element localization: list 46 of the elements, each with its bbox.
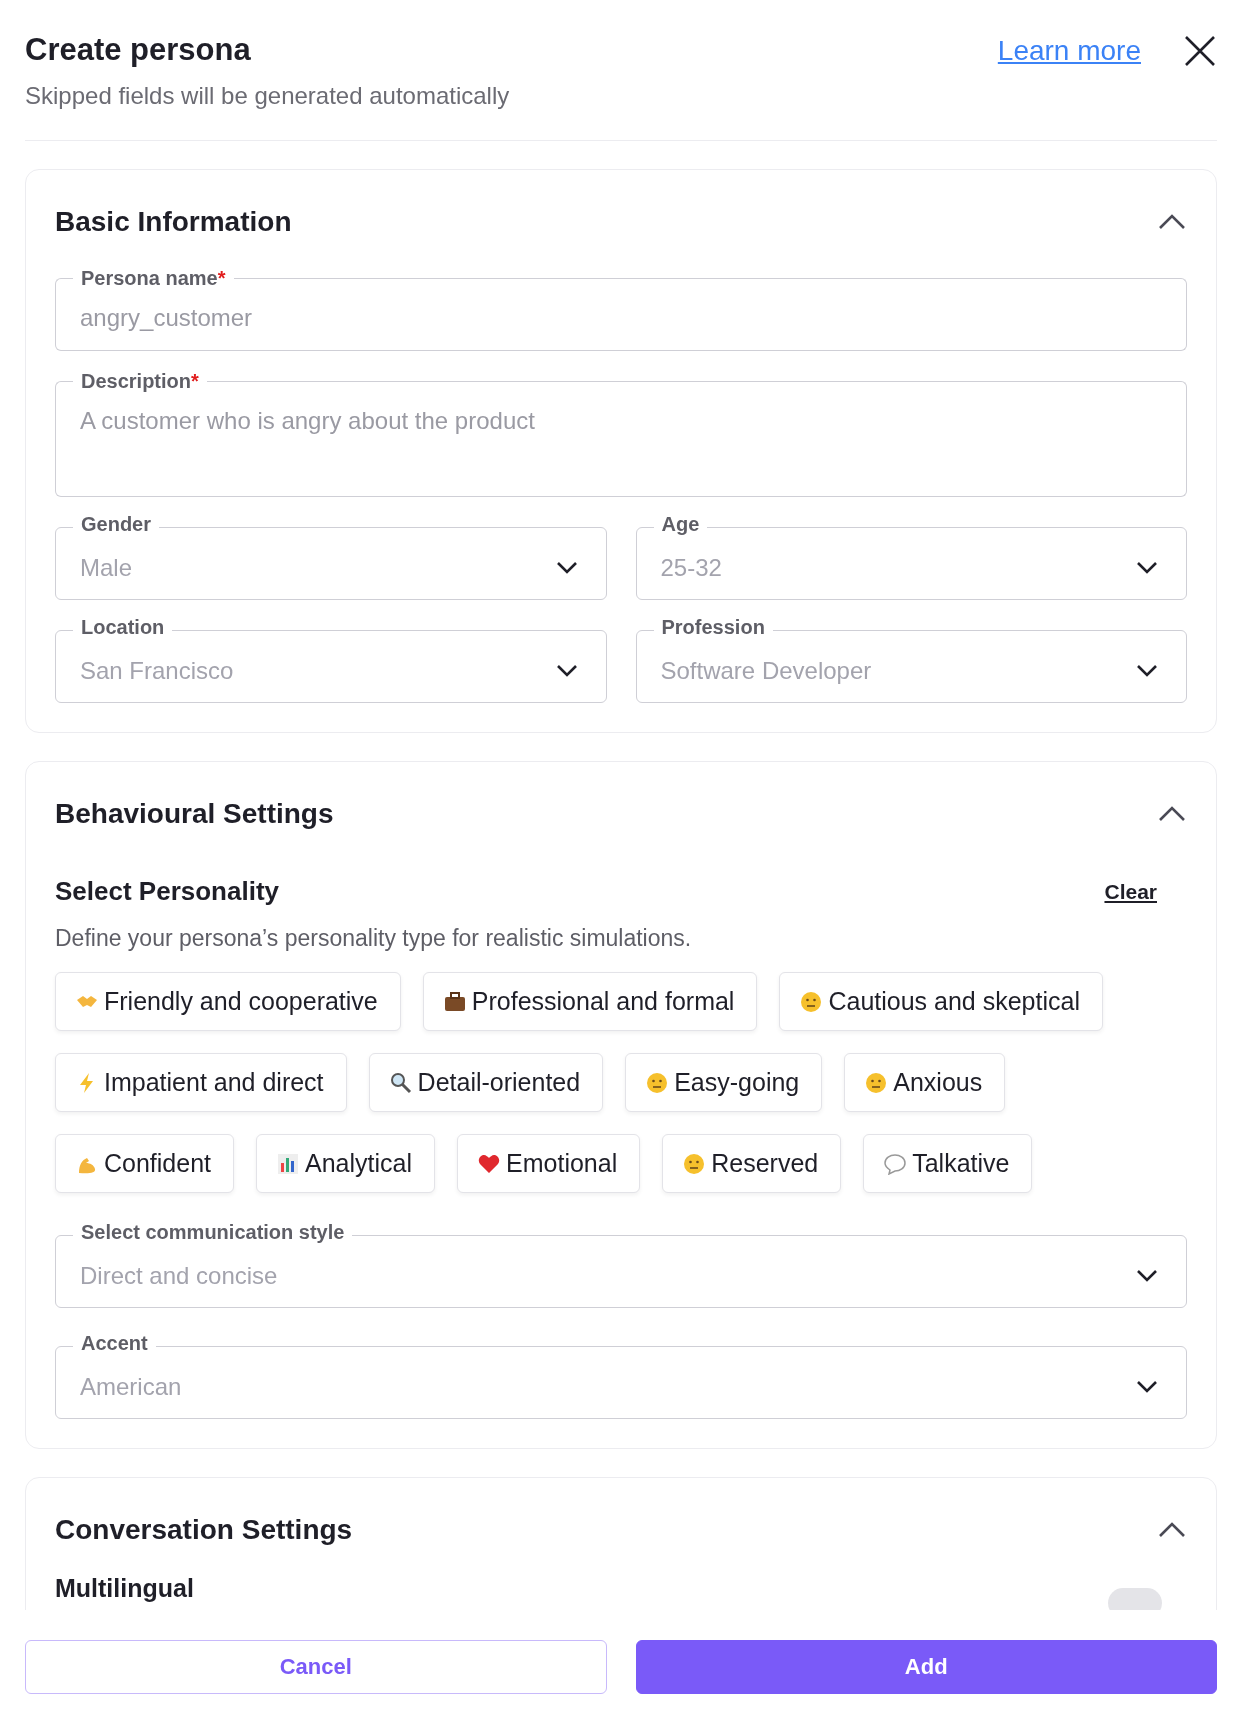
field-label: Select communication style [73, 1221, 353, 1244]
magnifier-icon [389, 1071, 412, 1094]
subsection-description: Define your persona’s personality type for realistic simulations. [55, 925, 693, 952]
personality-chip[interactable]: Cautious and skeptical [779, 972, 1103, 1031]
field-label: Description* [80, 369, 200, 394]
dialog-subtitle: Skipped fields will be generated automatically [25, 82, 510, 110]
close-icon[interactable] [1183, 34, 1217, 68]
personality-chip[interactable]: Analytical [256, 1134, 436, 1193]
personality-chip[interactable]: Impatient and direct [55, 1053, 347, 1112]
briefcase-icon [443, 990, 466, 1013]
personality-chip[interactable]: Professional and formal [422, 972, 758, 1031]
personality-chip[interactable]: Reserved [662, 1134, 842, 1193]
description-field[interactable]: A customer who is angry about the product [55, 395, 1187, 497]
heart-icon [478, 1152, 501, 1175]
input-field[interactable]: angry_customer [55, 292, 1187, 351]
section-title: Conversation Settings [55, 1514, 353, 1546]
section-title: Basic Information [55, 206, 292, 238]
chevron-down-icon [1136, 1379, 1158, 1394]
subsection-title: Select Personality [55, 876, 279, 907]
learn-more-link[interactable]: Learn more [997, 35, 1141, 67]
dialog-title: Create persona [25, 32, 252, 68]
chevron-down-icon [1136, 663, 1158, 678]
personality-chip[interactable]: Friendly and cooperative [55, 972, 401, 1031]
speech-bubble-icon [884, 1152, 907, 1175]
chevron-down-icon [1136, 1268, 1158, 1283]
clear-link[interactable]: Clear [1104, 879, 1157, 904]
face-emoji-icon [865, 1071, 888, 1094]
face-emoji-icon [683, 1152, 706, 1175]
cancel-button[interactable]: Cancel [25, 1640, 607, 1694]
face-emoji-icon [646, 1071, 669, 1094]
personality-chip[interactable]: Emotional [457, 1134, 641, 1193]
section-title: Behavioural Settings [55, 798, 334, 830]
bar-chart-icon [277, 1152, 300, 1175]
setting-label: Multilingual [55, 1573, 194, 1603]
personality-chip[interactable]: Talkative [863, 1134, 1033, 1193]
personality-chip[interactable]: Easy-going [625, 1053, 823, 1112]
personality-chip[interactable]: Anxious [844, 1053, 1006, 1112]
chevron-down-icon [1136, 560, 1158, 575]
field-label: Persona name* [80, 266, 227, 291]
personality-chip[interactable]: Detail-oriented [368, 1053, 604, 1112]
chevron-down-icon [555, 663, 578, 678]
personality-chip[interactable]: Confident [55, 1134, 235, 1193]
toggle-switch[interactable] [1108, 1588, 1162, 1610]
chevron-down-icon [555, 560, 578, 575]
face-emoji-icon [800, 990, 823, 1013]
add-button[interactable]: Add [635, 1640, 1217, 1694]
